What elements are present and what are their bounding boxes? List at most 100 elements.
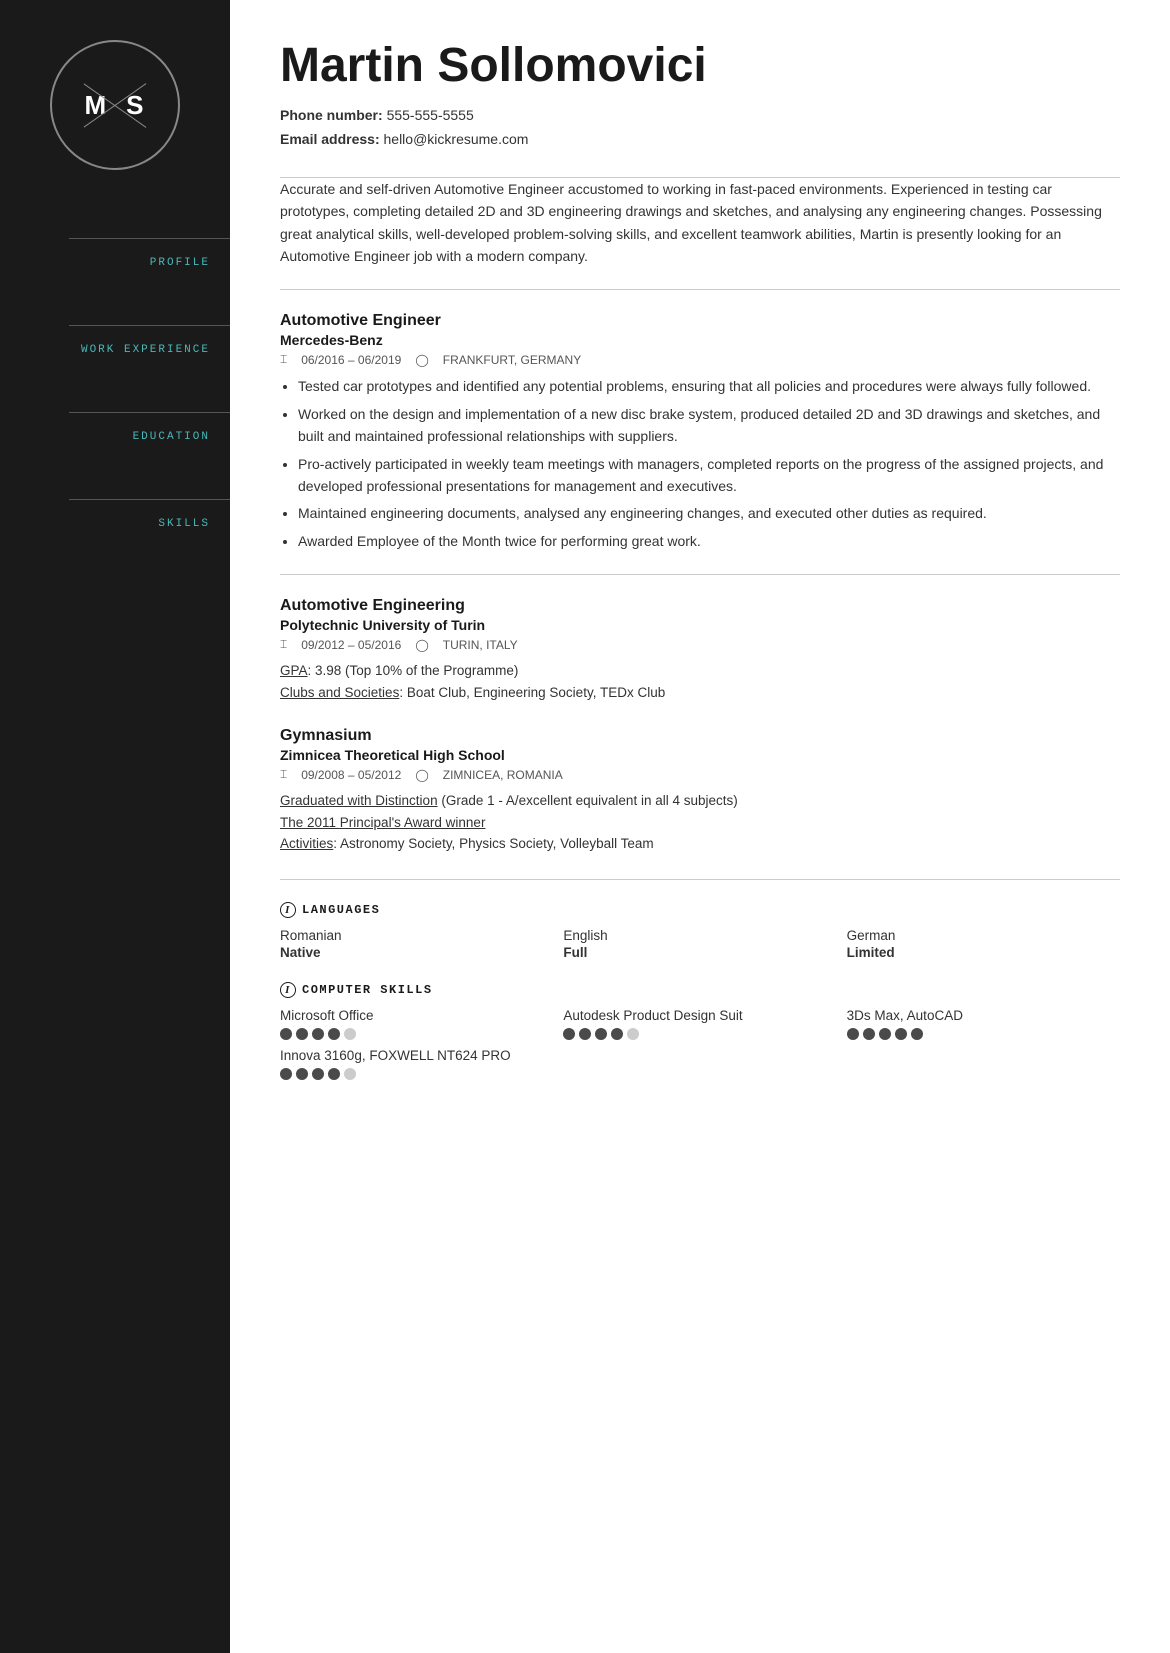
email-row: Email address: hello@kickresume.com [280, 131, 1120, 147]
section-divider [280, 574, 1120, 575]
sidebar-section-work: WORK EXPERIENCE [0, 287, 230, 374]
skill-innova: Innova 3160g, FOXWELL NT624 PRO [280, 1048, 553, 1080]
skill-3ds-dots [847, 1028, 1120, 1040]
edu-degree-1: Automotive Engineering [280, 597, 1120, 615]
edu-activities: Activities: Astronomy Society, Physics S… [280, 833, 1120, 855]
lang-item-romanian: Romanian Native [280, 928, 553, 960]
bullet-3: Pro-actively participated in weekly team… [298, 453, 1120, 498]
skill-autodesk-dots [563, 1028, 836, 1040]
edu-award: The 2011 Principal's Award winner [280, 812, 1120, 834]
edu-loc-2: ZIMNICEA, ROMANIA [443, 768, 563, 782]
lang-level-romanian: Native [280, 945, 553, 960]
computer-skills-grid: Microsoft Office Autodesk Product Design… [280, 1008, 1120, 1080]
work-experience-section: Automotive Engineer Mercedes-Benz ⌶ 06/2… [280, 312, 1120, 552]
job-company: Mercedes-Benz [280, 332, 1120, 348]
edu-institution-2: Zimnicea Theoretical High School [280, 747, 1120, 763]
gpa-value: : 3.98 (Top 10% of the Programme) [308, 663, 519, 678]
bullet-2: Worked on the design and implementation … [298, 403, 1120, 448]
computer-label: i COMPUTER SKILLS [280, 982, 1120, 998]
dot [296, 1028, 308, 1040]
skill-ms-office-dots [280, 1028, 553, 1040]
edu-meta-2: ⌶ 09/2008 – 05/2012 ◯ ZIMNICEA, ROMANIA [280, 767, 1120, 782]
divider [69, 325, 230, 326]
sidebar-label-skills: SKILLS [0, 518, 230, 530]
info-icon-comp: i [280, 982, 296, 998]
full-name: Martin Sollomovici [280, 40, 1120, 93]
avatar: M S [50, 40, 180, 170]
computer-skills-category: i COMPUTER SKILLS Microsoft Office Autod… [280, 982, 1120, 1080]
dot [312, 1028, 324, 1040]
edu-loc-1: TURIN, ITALY [443, 638, 518, 652]
sidebar-section-profile: PROFILE [0, 200, 230, 287]
loc-icon2: ◯ [415, 768, 428, 782]
profile-text: Accurate and self-driven Automotive Engi… [280, 178, 1120, 268]
job-location: FRANKFURT, GERMANY [443, 353, 581, 367]
sidebar-section-skills: SKILLS [0, 461, 230, 548]
phone-value: 555-555-5555 [387, 107, 474, 123]
award-label: The 2011 Principal's Award winner [280, 815, 485, 830]
edu-distinction: Graduated with Distinction (Grade 1 - A/… [280, 790, 1120, 812]
skill-3ds: 3Ds Max, AutoCAD [847, 1008, 1120, 1040]
dot [579, 1028, 591, 1040]
bullet-4: Maintained engineering documents, analys… [298, 502, 1120, 524]
dot [344, 1068, 356, 1080]
sidebar-section-education: EDUCATION [0, 374, 230, 461]
dot [563, 1028, 575, 1040]
dot [911, 1028, 923, 1040]
dot [312, 1068, 324, 1080]
edu-block-2: Gymnasium Zimnicea Theoretical High Scho… [280, 727, 1120, 855]
dot [627, 1028, 639, 1040]
lang-name-english: English [563, 928, 836, 943]
header: Martin Sollomovici Phone number: 555-555… [280, 40, 1120, 178]
job-bullets: Tested car prototypes and identified any… [280, 375, 1120, 552]
lang-name-german: German [847, 928, 1120, 943]
profile-section: Accurate and self-driven Automotive Engi… [280, 178, 1120, 268]
dot [328, 1028, 340, 1040]
skill-autodesk-name: Autodesk Product Design Suit [563, 1008, 836, 1023]
job-meta: ⌶ 06/2016 – 06/2019 ◯ FRANKFURT, GERMANY [280, 352, 1120, 367]
dot [847, 1028, 859, 1040]
lang-item-english: English Full [563, 928, 836, 960]
edu-institution-1: Polytechnic University of Turin [280, 617, 1120, 633]
dot [879, 1028, 891, 1040]
lang-level-english: Full [563, 945, 836, 960]
dot [280, 1028, 292, 1040]
sidebar: M S PROFILE WORK EXPERIENCE EDUCATION SK… [0, 0, 230, 1653]
divider [69, 499, 230, 500]
sidebar-label-work: WORK EXPERIENCE [0, 344, 230, 356]
edu-date-2: 09/2008 – 05/2012 [301, 768, 401, 782]
activities-label: Activities [280, 836, 333, 851]
skill-innova-dots [280, 1068, 553, 1080]
bullet-5: Awarded Employee of the Month twice for … [298, 530, 1120, 552]
languages-grid: Romanian Native English Full German Limi… [280, 928, 1120, 960]
lang-item-german: German Limited [847, 928, 1120, 960]
phone-label: Phone number: [280, 107, 383, 123]
edu-clubs: Clubs and Societies: Boat Club, Engineer… [280, 682, 1120, 704]
bullet-1: Tested car prototypes and identified any… [298, 375, 1120, 397]
dot [344, 1028, 356, 1040]
loc-icon: ◯ [415, 638, 428, 652]
dot [611, 1028, 623, 1040]
section-divider [280, 879, 1120, 880]
cal-icon: ⌶ [280, 637, 287, 652]
dot [895, 1028, 907, 1040]
skill-innova-name: Innova 3160g, FOXWELL NT624 PRO [280, 1048, 553, 1063]
skill-autodesk: Autodesk Product Design Suit [563, 1008, 836, 1040]
skill-3ds-name: 3Ds Max, AutoCAD [847, 1008, 1120, 1023]
dot [280, 1068, 292, 1080]
distinction-label: Graduated with Distinction [280, 793, 438, 808]
edu-date-1: 09/2012 – 05/2016 [301, 638, 401, 652]
activities-value: : Astronomy Society, Physics Society, Vo… [333, 836, 653, 851]
lang-level-german: Limited [847, 945, 1120, 960]
info-icon-lang: i [280, 902, 296, 918]
job-title: Automotive Engineer [280, 312, 1120, 330]
dot [296, 1068, 308, 1080]
edu-degree-2: Gymnasium [280, 727, 1120, 745]
edu-meta-1: ⌶ 09/2012 – 05/2016 ◯ TURIN, ITALY [280, 637, 1120, 652]
edu-gpa: GPA: 3.98 (Top 10% of the Programme) [280, 660, 1120, 682]
education-section: Automotive Engineering Polytechnic Unive… [280, 597, 1120, 855]
lang-name-romanian: Romanian [280, 928, 553, 943]
sidebar-label-profile: PROFILE [0, 257, 230, 269]
sidebar-label-education: EDUCATION [0, 431, 230, 443]
skill-ms-office: Microsoft Office [280, 1008, 553, 1040]
